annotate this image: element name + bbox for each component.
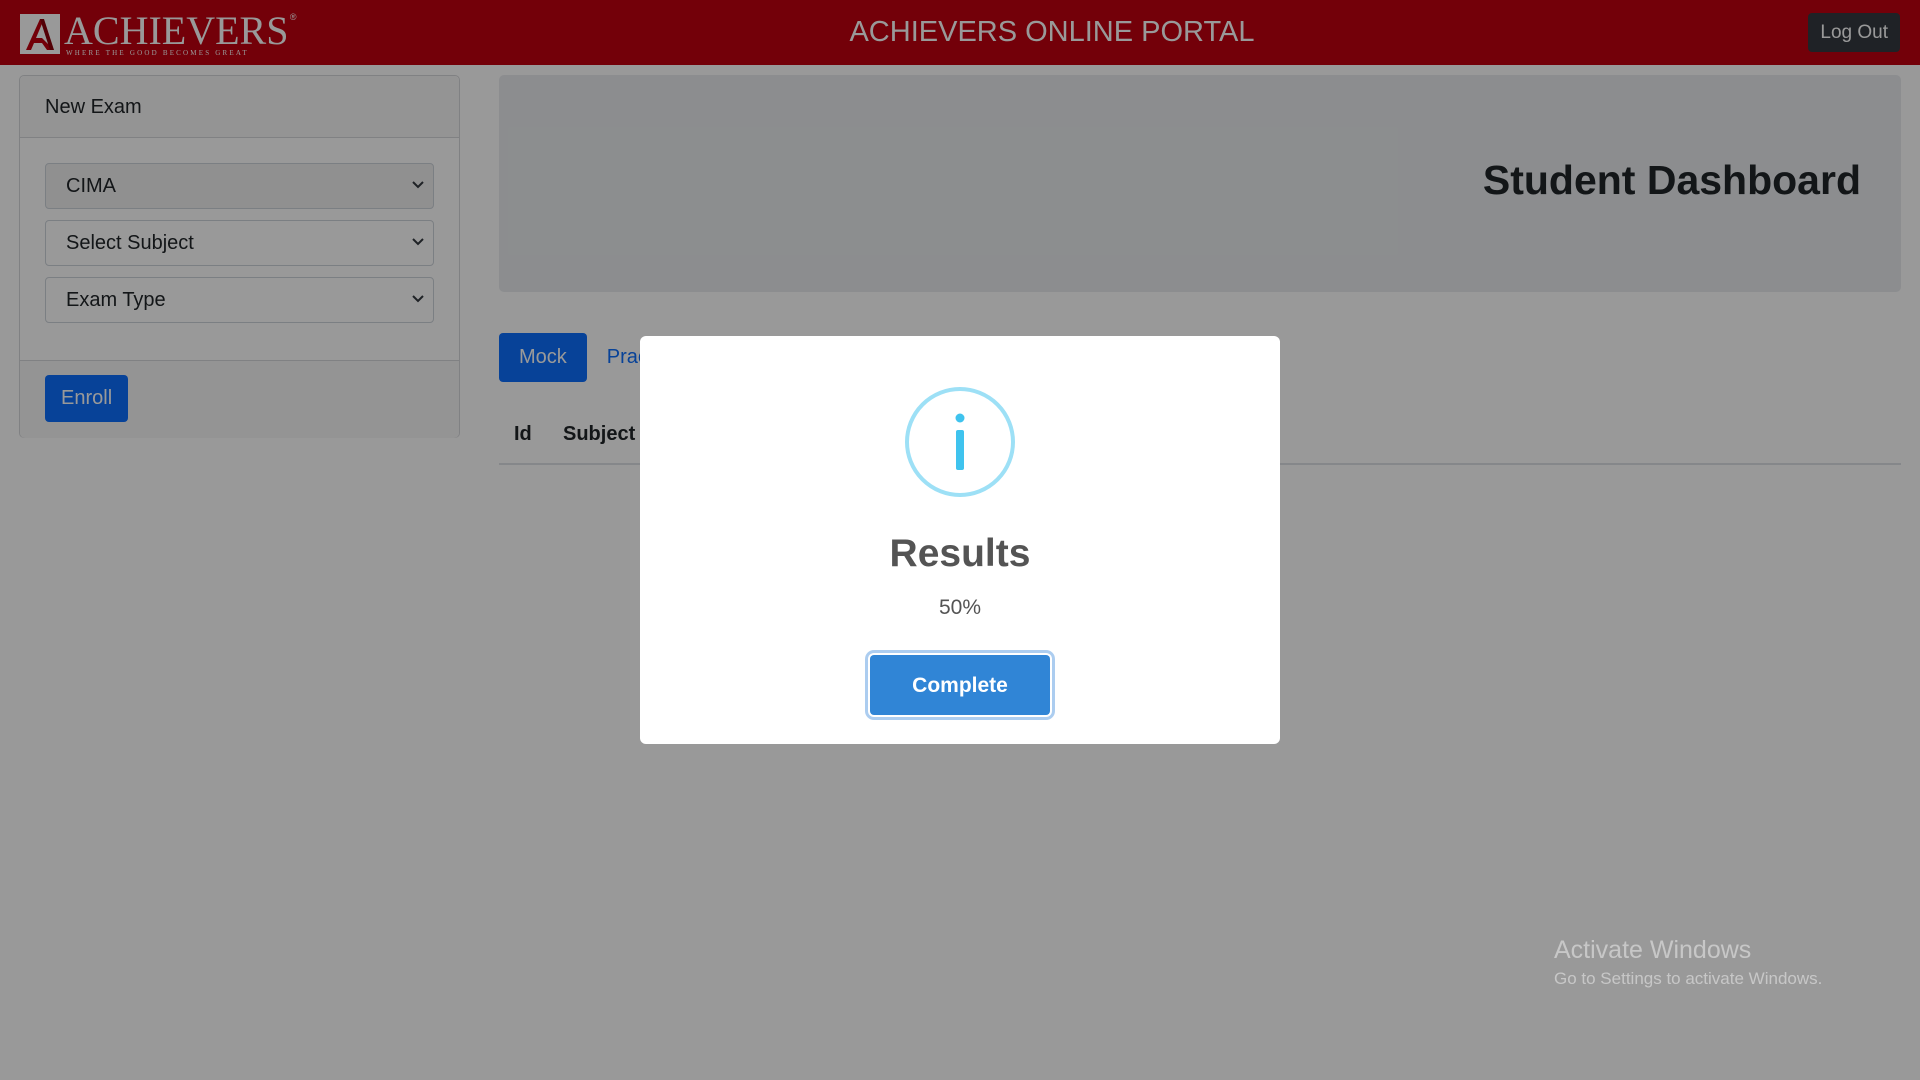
modal-title: Results xyxy=(889,532,1031,575)
results-modal: Results 50% Complete xyxy=(640,336,1280,744)
watermark-subtitle: Go to Settings to activate Windows. xyxy=(1554,969,1823,988)
result-percentage: 50% xyxy=(938,596,982,619)
confirm-focus-ring: Complete xyxy=(868,653,1052,717)
complete-button[interactable]: Complete xyxy=(870,655,1050,715)
info-icon xyxy=(905,387,1015,497)
watermark-title: Activate Windows xyxy=(1554,936,1752,964)
activate-windows-watermark: Activate Windows Go to Settings to activ… xyxy=(1554,936,1822,989)
